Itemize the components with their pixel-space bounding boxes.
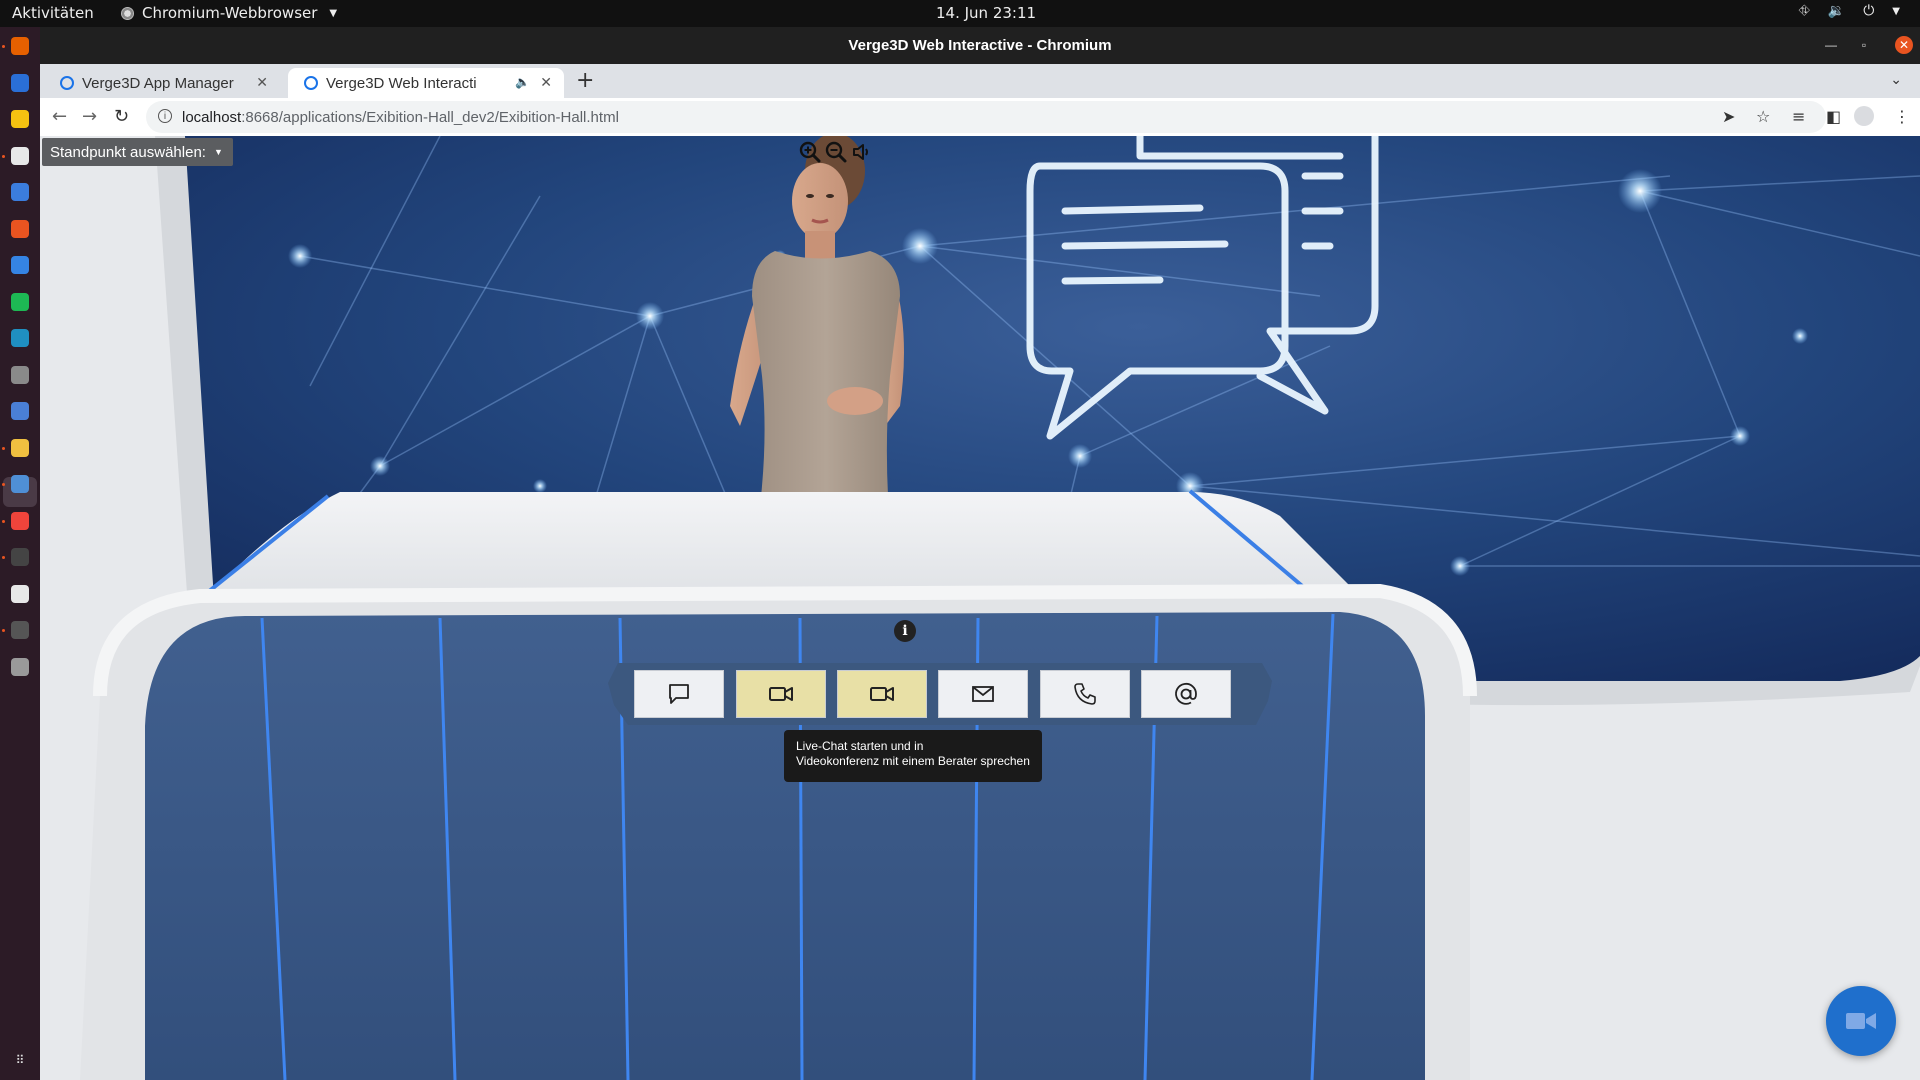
tab-app-manager[interactable]: Verge3D App Manager ✕ bbox=[44, 68, 280, 98]
phone-button[interactable] bbox=[1040, 670, 1130, 718]
address-bar[interactable]: i localhost:8668/applications/Exibition-… bbox=[146, 101, 1826, 133]
zoom-out-icon[interactable] bbox=[824, 140, 848, 164]
editor-icon[interactable] bbox=[11, 329, 29, 347]
notes-icon[interactable] bbox=[11, 438, 29, 457]
zoom-in-icon[interactable] bbox=[798, 140, 822, 164]
tab-search-icon[interactable]: ⌄ bbox=[1890, 72, 1902, 88]
firefox-icon[interactable] bbox=[11, 37, 29, 55]
video-camera-icon bbox=[870, 687, 894, 701]
info-button[interactable]: i bbox=[894, 620, 916, 642]
system-tray[interactable]: ⛗ 🔉 ⏻ ▼ bbox=[1799, 3, 1900, 21]
system-monitor-icon[interactable] bbox=[11, 621, 29, 639]
ubuntu-dock: ⠿ bbox=[0, 27, 40, 1080]
forward-icon[interactable]: → bbox=[82, 106, 97, 127]
site-info-icon[interactable]: i bbox=[158, 109, 172, 123]
video-chat-button[interactable] bbox=[736, 670, 826, 718]
send-icon[interactable]: ➤ bbox=[1722, 107, 1735, 126]
tab-strip: Verge3D App Manager ✕ Verge3D Web Intera… bbox=[40, 64, 1920, 98]
volume-icon: 🔉 bbox=[1827, 3, 1846, 19]
tooltip-line-1: Live-Chat starten und in bbox=[796, 739, 924, 753]
tooltip-line-2: Videokonferenz mit einem Berater spreche… bbox=[796, 754, 1030, 768]
window-titlebar[interactable]: Verge3D Web Interactive - Chromium — ▫ ✕ bbox=[40, 27, 1920, 64]
phone-icon bbox=[1074, 683, 1096, 705]
profile-avatar-icon[interactable] bbox=[1854, 106, 1874, 126]
browser-toolbar: ← → ↻ i localhost:8668/applications/Exib… bbox=[40, 98, 1920, 137]
chevron-down-icon: ▼ bbox=[1892, 6, 1900, 17]
tab-label: Verge3D App Manager bbox=[82, 74, 234, 92]
tab-audio-icon[interactable]: 🔈 bbox=[515, 75, 530, 89]
running-indicator bbox=[2, 556, 5, 559]
at-sign-icon bbox=[1175, 682, 1197, 705]
email-button[interactable] bbox=[938, 670, 1028, 718]
files-icon[interactable] bbox=[11, 146, 29, 165]
running-indicator bbox=[2, 629, 5, 632]
running-indicator bbox=[2, 154, 5, 158]
power-icon: ⏻ bbox=[1863, 3, 1875, 19]
libreoffice-writer-icon[interactable] bbox=[11, 183, 29, 201]
video-camera-icon bbox=[769, 687, 793, 701]
terminal-icon[interactable] bbox=[11, 548, 29, 566]
rhythmbox-icon[interactable] bbox=[11, 110, 29, 128]
running-indicator bbox=[2, 483, 5, 486]
exhibition-scene bbox=[40, 136, 1920, 1080]
side-panel-icon[interactable]: ◧ bbox=[1826, 107, 1841, 126]
close-window-icon[interactable]: ✕ bbox=[1895, 36, 1913, 54]
spotify-icon[interactable] bbox=[11, 292, 29, 311]
kebab-menu-icon[interactable]: ⋮ bbox=[1894, 107, 1910, 126]
new-tab-button[interactable]: + bbox=[576, 68, 594, 94]
activities-button[interactable]: Aktivitäten bbox=[12, 4, 94, 22]
anydesk-icon[interactable] bbox=[11, 511, 29, 530]
text-editor-icon[interactable] bbox=[11, 584, 29, 603]
speaker-icon[interactable] bbox=[850, 140, 874, 164]
action-tooltip: Live-Chat starten und in Videokonferenz … bbox=[784, 730, 1042, 782]
video-call-fab[interactable] bbox=[1826, 986, 1896, 1056]
software-center-icon[interactable] bbox=[11, 219, 29, 238]
verge3d-favicon-icon bbox=[60, 76, 74, 90]
viewpoint-select[interactable]: Standpunkt auswählen: ▼ bbox=[42, 138, 233, 166]
close-tab-icon[interactable]: ✕ bbox=[256, 74, 268, 91]
tab-label: Verge3D Web Interacti bbox=[326, 74, 476, 92]
viewpoint-label: Standpunkt auswählen: bbox=[50, 144, 206, 161]
chat-bubble-icon bbox=[669, 684, 689, 704]
media-controls-icon[interactable]: ≡ bbox=[1792, 107, 1805, 126]
envelope-icon bbox=[972, 686, 994, 702]
maximize-icon[interactable]: ▫ bbox=[1855, 36, 1873, 54]
video-conference-button[interactable] bbox=[837, 670, 927, 718]
window-title: Verge3D Web Interactive - Chromium bbox=[848, 37, 1112, 54]
app-menu-label: Chromium-Webbrowser bbox=[142, 4, 318, 22]
help-icon[interactable] bbox=[11, 256, 29, 274]
app-menu[interactable]: Chromium-Webbrowser ▼ bbox=[121, 4, 337, 22]
reload-icon[interactable]: ↻ bbox=[114, 106, 129, 127]
caret-down-icon: ▼ bbox=[213, 147, 223, 157]
chromium-icon[interactable] bbox=[11, 475, 29, 493]
verge3d-favicon-icon bbox=[304, 76, 318, 90]
chromium-icon bbox=[121, 6, 134, 20]
back-icon[interactable]: ← bbox=[52, 106, 67, 127]
running-indicator bbox=[2, 446, 5, 450]
url-text: localhost:8668/applications/Exibition-Ha… bbox=[182, 109, 619, 126]
bookmark-star-icon[interactable]: ☆ bbox=[1756, 107, 1770, 126]
tab-web-interactive[interactable]: Verge3D Web Interacti 🔈 ✕ bbox=[288, 68, 564, 98]
verge3d-viewport[interactable]: Standpunkt auswählen: ▼ i Live-Chat star… bbox=[40, 136, 1920, 1080]
contact-action-bar bbox=[608, 661, 1272, 727]
app-window-icon[interactable] bbox=[11, 402, 29, 420]
drive-icon[interactable] bbox=[11, 657, 29, 676]
network-icon: ⛗ bbox=[1798, 3, 1810, 19]
at-contact-button[interactable] bbox=[1141, 670, 1231, 718]
video-camera-icon bbox=[1846, 1013, 1876, 1029]
chat-button[interactable] bbox=[634, 670, 724, 718]
running-indicator bbox=[2, 519, 5, 523]
clock[interactable]: 14. Jun 23:11 bbox=[936, 4, 1036, 22]
chevron-down-icon: ▼ bbox=[329, 7, 338, 19]
minimize-icon[interactable]: — bbox=[1822, 36, 1840, 54]
show-apps-icon[interactable]: ⠿ bbox=[12, 1052, 28, 1068]
gnome-top-bar: Aktivitäten Chromium-Webbrowser ▼ 14. Ju… bbox=[0, 0, 1920, 27]
close-tab-icon[interactable]: ✕ bbox=[540, 74, 552, 91]
gimp-icon[interactable] bbox=[11, 365, 29, 384]
thunderbird-icon[interactable] bbox=[11, 73, 29, 92]
running-indicator bbox=[2, 45, 5, 48]
